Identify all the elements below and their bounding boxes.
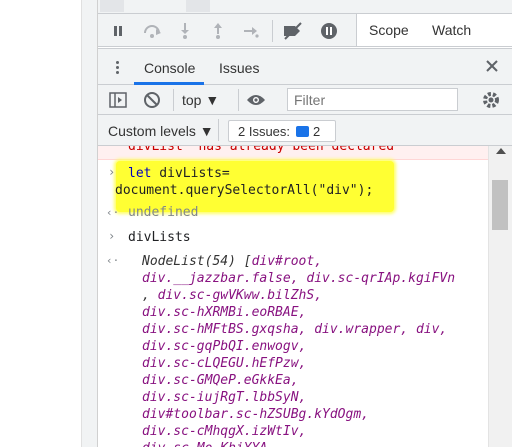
scrollbar-thumb[interactable]	[492, 180, 508, 230]
nodelist-item[interactable]: div.sc-Mo.KhiYYA,	[142, 441, 275, 447]
nodelist-line: div.sc-hMFtBS.gxqsha, div.wrapper, div,	[142, 322, 447, 337]
console-toolbar: top ▼	[98, 85, 512, 115]
sidebar-tabs: Scope Watch	[356, 14, 512, 47]
nodelist-item[interactable]: div.sc-hXRMBi.eoRBAE,	[142, 305, 306, 320]
command-line: let divLists=	[128, 166, 230, 181]
more-tools-icon[interactable]	[112, 59, 122, 77]
eye-icon[interactable]	[246, 90, 266, 110]
pause-on-exceptions-icon[interactable]	[318, 20, 340, 42]
nodelist-item[interactable]: div.sc-cLQEGU.hEfPzw,	[142, 356, 306, 371]
top-tab-strip	[98, 0, 512, 14]
nodelist-item[interactable]: div.__jazzbar.false,	[142, 271, 299, 286]
nodelist-line: div.sc-Mo.KhiYYA,	[142, 441, 275, 447]
clear-console-icon[interactable]	[142, 90, 162, 110]
console-output[interactable]: divList has already been declared › let …	[98, 146, 488, 447]
settings-gear-icon[interactable]	[481, 90, 501, 110]
tab-stub[interactable]	[100, 0, 124, 12]
tab-console[interactable]: Console	[144, 60, 195, 76]
sidebar-toggle-icon[interactable]	[108, 90, 128, 110]
command-line: divLists	[128, 230, 191, 245]
nodelist-line: , div.sc-gwVKww.bilZhS,	[142, 288, 322, 303]
nodelist-line: div.sc-iujRgT.lbbSyN,	[142, 390, 306, 405]
step-out-icon[interactable]	[207, 20, 229, 42]
issues-label: 2 Issues:	[238, 123, 291, 139]
input-prompt-icon: ›	[108, 165, 116, 179]
console-scrollbar[interactable]	[488, 146, 512, 447]
toolbar-divider	[218, 119, 219, 141]
input-prompt-icon: ›	[108, 229, 116, 243]
devtools-panel: Scope Watch Console Issues top ▼ Custom …	[98, 0, 512, 447]
step-icon[interactable]	[240, 20, 262, 42]
nodelist-line: div.sc-hXRMBi.eoRBAE,	[142, 305, 306, 320]
issues-button[interactable]: 2 Issues: 2	[228, 120, 336, 142]
nodelist-item[interactable]: div.wrapper,	[314, 322, 408, 337]
nodelist-item[interactable]: div.sc-GMQeP.eGkkEa,	[142, 373, 299, 388]
command-text: divLists=	[151, 166, 230, 181]
step-over-icon[interactable]	[141, 20, 163, 42]
scroll-up-arrow[interactable]	[496, 148, 506, 154]
context-select[interactable]: top ▼	[182, 92, 219, 108]
issue-message-icon	[296, 125, 310, 137]
toolbar-divider	[238, 89, 239, 111]
levels-bar: Custom levels ▼ 2 Issues: 2	[98, 115, 512, 146]
nodelist-item[interactable]: div#root,	[252, 254, 322, 269]
nodelist-item[interactable]: div.sc-hMFtBS.gxqsha,	[142, 322, 306, 337]
nodelist-item[interactable]: div.sc-gwVKww.bilZhS,	[158, 288, 322, 303]
tab-issues[interactable]: Issues	[219, 60, 259, 76]
filter-input[interactable]	[287, 88, 458, 111]
pause-icon[interactable]	[107, 20, 129, 42]
deactivate-breakpoints-icon[interactable]	[282, 20, 304, 42]
toolbar-divider	[272, 20, 273, 42]
issues-count: 2	[313, 123, 321, 139]
nodelist-line: div.__jazzbar.false, div.sc-qrIAp.kgiFVn	[142, 271, 455, 286]
nodelist-line: div.sc-gqPbQI.enwogv,	[142, 339, 306, 354]
nodelist-item[interactable]: div.sc-cMhqgX.izWtIv,	[142, 424, 306, 439]
nodelist-item[interactable]: div#toolbar.sc-hZSUBg.kYdOgm,	[142, 407, 369, 422]
nodelist-line: NodeList(54) [div#root,	[142, 254, 322, 269]
result-arrow-icon: ‹·	[106, 254, 120, 267]
close-icon[interactable]	[484, 58, 500, 74]
nodelist-line: div.sc-cMhqgX.izWtIv,	[142, 424, 306, 439]
nodelist-line: div#toolbar.sc-hZSUBg.kYdOgm,	[142, 407, 369, 422]
drawer-tabbar: Console Issues	[98, 48, 512, 85]
nodelist-item[interactable]: div.sc-qrIAp.kgiFVn	[306, 271, 455, 286]
log-levels-dropdown[interactable]: Custom levels ▼	[108, 123, 214, 139]
error-message: divList has already been declared	[98, 146, 488, 160]
result-arrow-icon: ‹·	[106, 206, 120, 219]
tab-scope[interactable]: Scope	[369, 22, 409, 38]
toolbar-divider	[173, 89, 174, 111]
nodelist-item[interactable]: div.sc-iujRgT.lbbSyN,	[142, 390, 306, 405]
nodelist-item[interactable]: div,	[416, 322, 447, 337]
nodelist-line: div.sc-cLQEGU.hEfPzw,	[142, 356, 306, 371]
result-text: undefined	[128, 205, 199, 220]
nodelist-line: div.sc-GMQeP.eGkkEa,	[142, 373, 299, 388]
error-text: divList has already been declared	[128, 146, 395, 154]
tab-watch[interactable]: Watch	[432, 22, 471, 38]
tab-stub[interactable]	[186, 0, 210, 12]
editor-pane	[0, 0, 82, 447]
separator: ,	[142, 288, 158, 303]
step-into-icon[interactable]	[174, 20, 196, 42]
panel-resizer[interactable]	[82, 0, 98, 447]
nodelist-head: NodeList(54) [	[142, 254, 252, 269]
nodelist-item[interactable]: div.sc-gqPbQI.enwogv,	[142, 339, 306, 354]
command-line: document.querySelectorAll("div");	[115, 183, 374, 198]
keyword-let: let	[128, 166, 152, 181]
